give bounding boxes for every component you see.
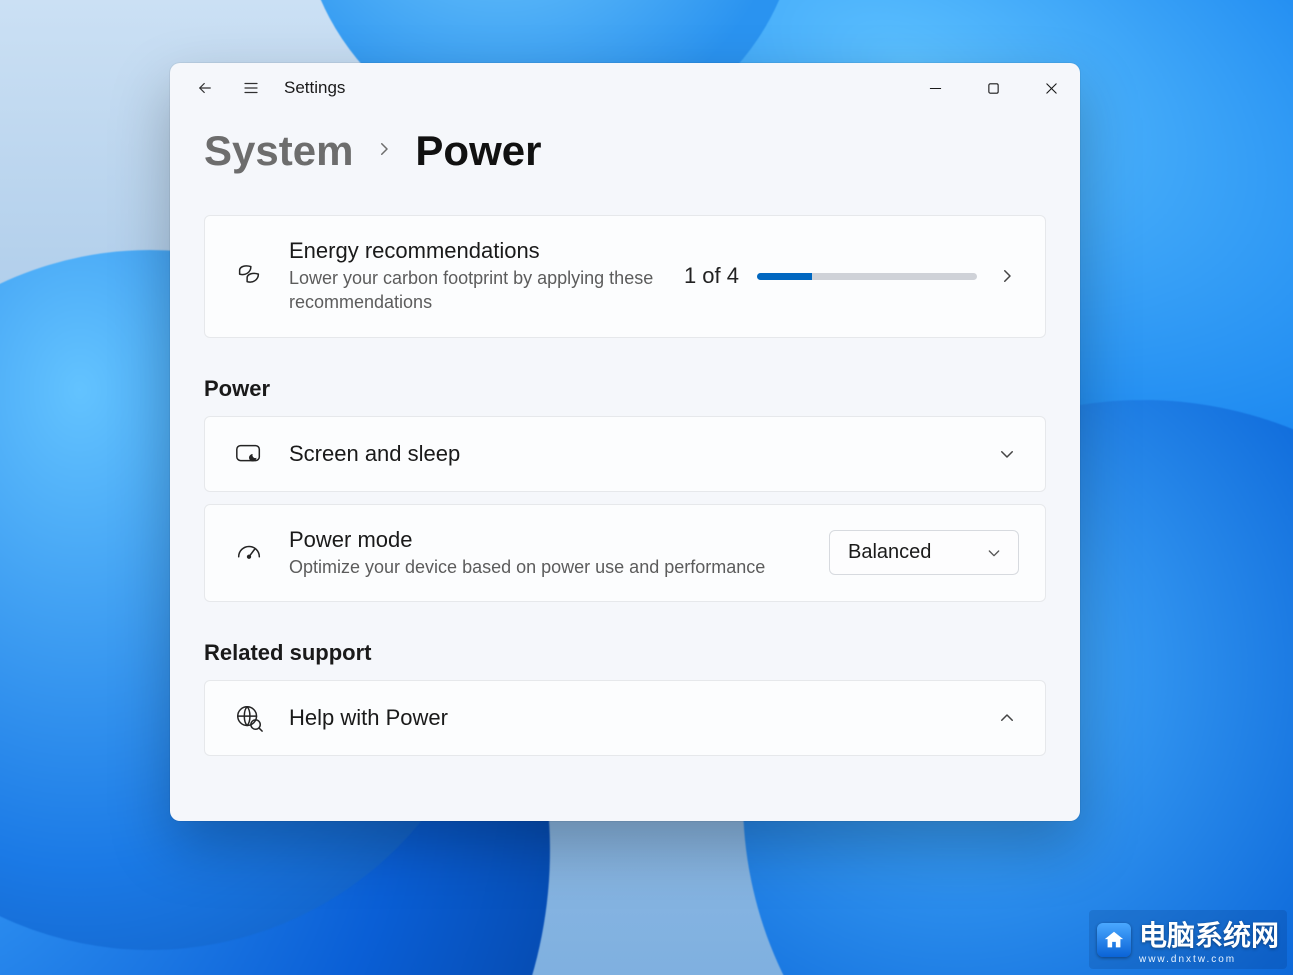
nav-menu-button[interactable]: [228, 65, 274, 111]
chevron-right-icon: [375, 140, 393, 163]
minimize-icon: [929, 82, 942, 95]
breadcrumb-parent[interactable]: System: [204, 127, 353, 175]
watermark-text: 电脑系统网: [1139, 920, 1279, 951]
section-power-label: Power: [204, 376, 1046, 402]
energy-subtitle: Lower your carbon footprint by applying …: [289, 266, 662, 315]
settings-window: Settings System Power: [170, 63, 1080, 821]
minimize-button[interactable]: [906, 68, 964, 108]
power-mode-title: Power mode: [289, 527, 807, 553]
power-mode-select[interactable]: Balanced: [829, 530, 1019, 575]
hamburger-icon: [242, 79, 260, 97]
energy-title: Energy recommendations: [289, 238, 662, 264]
help-title: Help with Power: [289, 705, 973, 731]
energy-recommendations-row[interactable]: Energy recommendations Lower your carbon…: [204, 215, 1046, 338]
maximize-button[interactable]: [964, 68, 1022, 108]
close-button[interactable]: [1022, 68, 1080, 108]
content-area: System Power Energy recommendations Lowe…: [170, 113, 1080, 821]
chevron-up-icon: [995, 709, 1019, 727]
breadcrumb: System Power: [204, 127, 1046, 175]
gauge-icon: [231, 538, 267, 568]
help-with-power-row[interactable]: Help with Power: [204, 680, 1046, 756]
watermark-sub: www.dnxtw.com: [1139, 954, 1279, 965]
house-icon: [1097, 923, 1131, 957]
chevron-down-icon: [995, 445, 1019, 463]
energy-count: 1 of 4: [684, 263, 739, 289]
power-mode-selected: Balanced: [848, 541, 931, 564]
screen-and-sleep-row[interactable]: Screen and sleep: [204, 416, 1046, 492]
close-icon: [1045, 82, 1058, 95]
chevron-right-icon: [995, 267, 1019, 285]
titlebar: Settings: [170, 63, 1080, 113]
arrow-left-icon: [196, 79, 214, 97]
app-name: Settings: [284, 78, 345, 98]
screen-sleep-title: Screen and sleep: [289, 441, 973, 467]
breadcrumb-current: Power: [415, 127, 541, 175]
back-button[interactable]: [182, 65, 228, 111]
monitor-sleep-icon: [231, 439, 267, 469]
watermark: 电脑系统网 www.dnxtw.com: [1089, 910, 1287, 969]
maximize-icon: [987, 82, 1000, 95]
leaf-icon: [231, 261, 267, 291]
globe-search-icon: [231, 703, 267, 733]
power-mode-row: Power mode Optimize your device based on…: [204, 504, 1046, 602]
power-mode-subtitle: Optimize your device based on power use …: [289, 555, 807, 579]
section-related-label: Related support: [204, 640, 1046, 666]
chevron-down-icon: [986, 545, 1002, 561]
energy-progress: [757, 273, 977, 280]
